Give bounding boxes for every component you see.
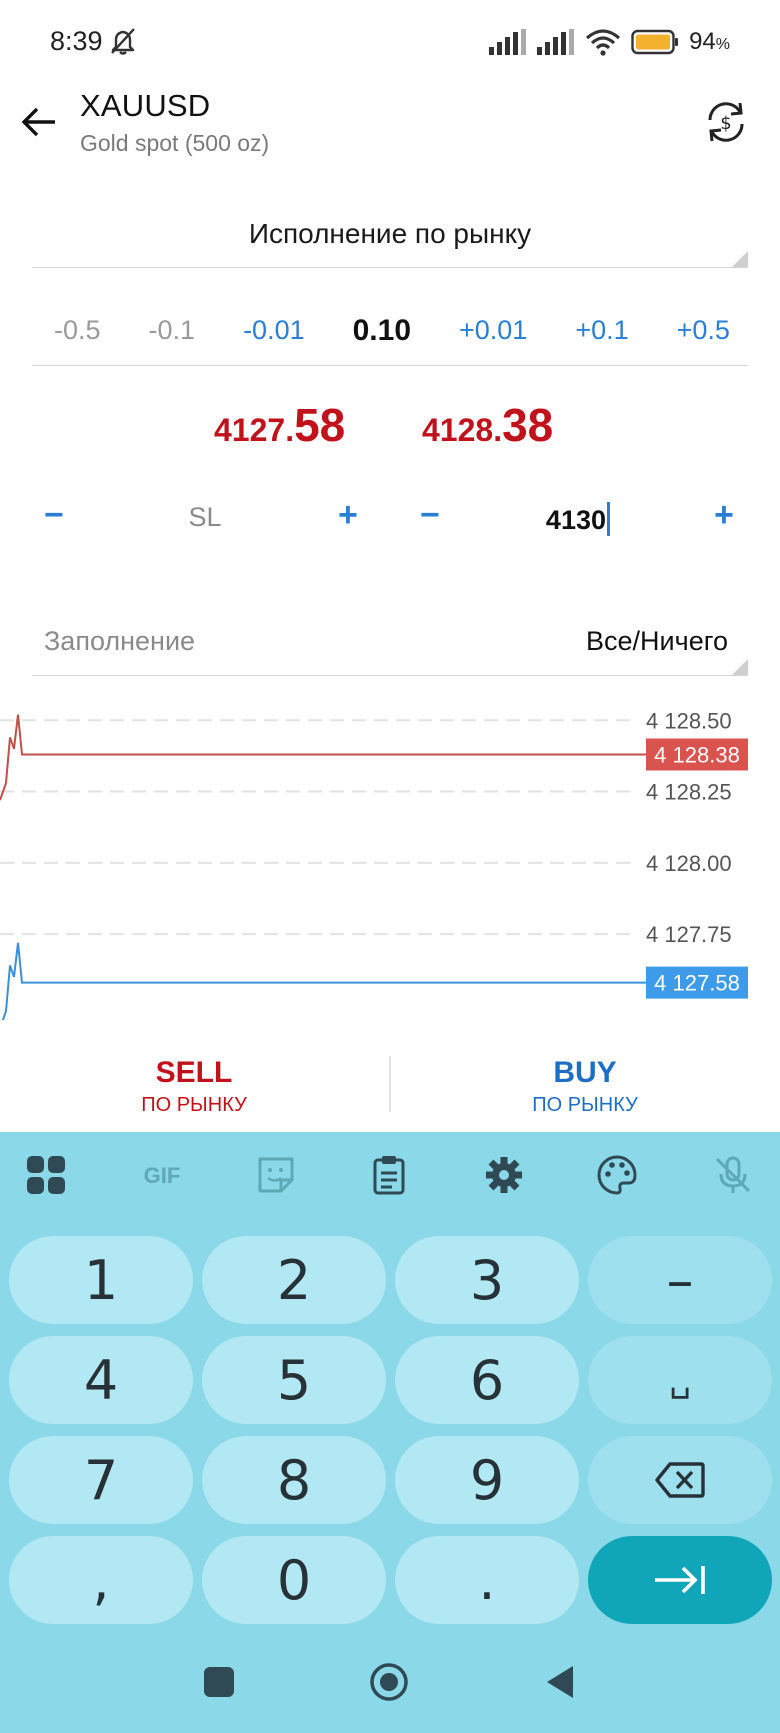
- volume-minus-0.01-button[interactable]: -0.01: [243, 315, 305, 346]
- ask-price-badge-label: 4 128.38: [654, 742, 740, 767]
- volume-plus-0.1-button[interactable]: +0.1: [575, 315, 628, 346]
- currency-swap-icon[interactable]: $: [702, 98, 750, 146]
- ask-price-badge: 4 128.38: [646, 738, 748, 771]
- sl-tp-row: − SL + − 4130 +: [0, 488, 780, 548]
- palette-icon[interactable]: [596, 1154, 638, 1196]
- key-5[interactable]: 5: [202, 1336, 386, 1424]
- trade-buttons: SELL ПО РЫНКУ BUY ПО РЫНКУ: [0, 1040, 780, 1132]
- order-type-select[interactable]: Исполнение по рынку: [32, 200, 748, 268]
- ask-price-line: [0, 714, 646, 801]
- sell-label: SELL: [155, 1056, 233, 1089]
- buy-label: BUY: [553, 1056, 617, 1089]
- tp-value: 4130: [545, 505, 606, 535]
- symbol-title: XAUUSD: [80, 88, 211, 123]
- filling-value: Все/Ничего: [586, 626, 728, 656]
- y-tick-label: 4 128.00: [646, 851, 732, 876]
- volume-minus-0.5-button[interactable]: -0.5: [54, 315, 101, 346]
- svg-text:$: $: [720, 113, 731, 134]
- bid-price-line: [1, 942, 646, 1020]
- key-9[interactable]: 9: [395, 1436, 579, 1524]
- key-dot[interactable]: .: [395, 1536, 579, 1624]
- dropdown-corner-icon: [732, 659, 748, 675]
- mic-off-icon[interactable]: [712, 1154, 754, 1196]
- ask-price: 4128.38: [422, 399, 554, 451]
- svg-text:GIF: GIF: [144, 1163, 181, 1188]
- bid-price-badge-label: 4 127.58: [654, 971, 740, 996]
- key-0[interactable]: 0: [202, 1536, 386, 1624]
- battery-icon: [631, 29, 679, 55]
- sticker-icon[interactable]: [255, 1154, 297, 1196]
- arrow-left-icon[interactable]: [20, 102, 60, 142]
- sell-sublabel: ПО РЫНКУ: [141, 1094, 247, 1116]
- home-icon[interactable]: [369, 1662, 409, 1702]
- status-bar: 8:39 94%: [0, 0, 780, 80]
- y-tick-label: 4 128.25: [646, 780, 732, 805]
- app-header: XAUUSD Gold spot (500 oz) $: [0, 80, 780, 180]
- key-2[interactable]: 2: [202, 1236, 386, 1324]
- key-3[interactable]: 3: [395, 1236, 579, 1324]
- tab-enter-icon: [655, 1566, 705, 1594]
- bid-price: 4127.58: [214, 399, 346, 451]
- wifi-icon: [586, 29, 621, 56]
- signal-icon: [489, 29, 527, 55]
- apps-grid-icon[interactable]: [25, 1154, 67, 1196]
- y-tick-label: 4 128.50: [646, 708, 732, 733]
- y-tick-label: 4 127.75: [646, 922, 732, 947]
- settings-icon[interactable]: [483, 1154, 525, 1196]
- bid-price-badge: 4 127.58: [646, 966, 748, 999]
- sell-button[interactable]: SELL ПО РЫНКУ: [14, 1056, 374, 1117]
- clipboard-icon[interactable]: [368, 1154, 410, 1196]
- key-7[interactable]: 7: [9, 1436, 193, 1524]
- tp-minus-button[interactable]: −: [420, 496, 440, 535]
- key-comma[interactable]: ,: [9, 1536, 193, 1624]
- volume-minus-0.1-button[interactable]: -0.1: [149, 315, 196, 346]
- order-type-label: Исполнение по рынку: [248, 218, 532, 249]
- keyboard-toolbar: GIF: [0, 1132, 780, 1220]
- sl-minus-button[interactable]: −: [44, 496, 64, 535]
- key-next[interactable]: [588, 1536, 772, 1624]
- key-space[interactable]: ␣: [588, 1336, 772, 1424]
- symbol-description: Gold spot (500 oz): [80, 130, 270, 156]
- prices: 4127.58 4128.38: [0, 398, 780, 458]
- key-4[interactable]: 4: [9, 1336, 193, 1424]
- navigation-bar: [0, 1632, 780, 1733]
- price-chart: 4 128.50 4 128.25 4 128.00 4 127.75 4 128.38…: [0, 708, 748, 1020]
- backspace-icon: [655, 1462, 705, 1498]
- text-cursor: [607, 502, 610, 536]
- key-6[interactable]: 6: [395, 1336, 579, 1424]
- buy-button[interactable]: BUY ПО РЫНКУ: [405, 1056, 765, 1117]
- gif-icon[interactable]: GIF: [138, 1154, 186, 1196]
- key-1[interactable]: 1: [9, 1236, 193, 1324]
- sl-input[interactable]: SL: [150, 502, 260, 533]
- divider: [389, 1056, 391, 1112]
- buy-sublabel: ПО РЫНКУ: [532, 1094, 638, 1116]
- bell-off-icon: [111, 28, 135, 55]
- signal-icon: [537, 29, 575, 55]
- volume-value[interactable]: 0.10: [353, 314, 411, 348]
- filling-select[interactable]: Заполнение Все/Ничего: [32, 612, 748, 676]
- volume-plus-0.5-button[interactable]: +0.5: [677, 315, 730, 346]
- clock: 8:39: [50, 26, 103, 56]
- tp-input[interactable]: 4130: [470, 502, 610, 536]
- key-minus[interactable]: –: [588, 1236, 772, 1324]
- back-icon[interactable]: [541, 1662, 581, 1702]
- recents-icon[interactable]: [199, 1662, 239, 1702]
- key-8[interactable]: 8: [202, 1436, 386, 1524]
- battery-percent: 94%: [689, 28, 730, 55]
- dropdown-corner-icon: [732, 251, 748, 267]
- volume-row: -0.5 -0.1 -0.01 0.10 +0.01 +0.1 +0.5: [32, 296, 748, 366]
- tp-plus-button[interactable]: +: [714, 496, 734, 535]
- key-backspace[interactable]: [588, 1436, 772, 1524]
- sl-plus-button[interactable]: +: [338, 496, 358, 535]
- volume-plus-0.01-button[interactable]: +0.01: [459, 315, 527, 346]
- filling-label: Заполнение: [44, 626, 196, 656]
